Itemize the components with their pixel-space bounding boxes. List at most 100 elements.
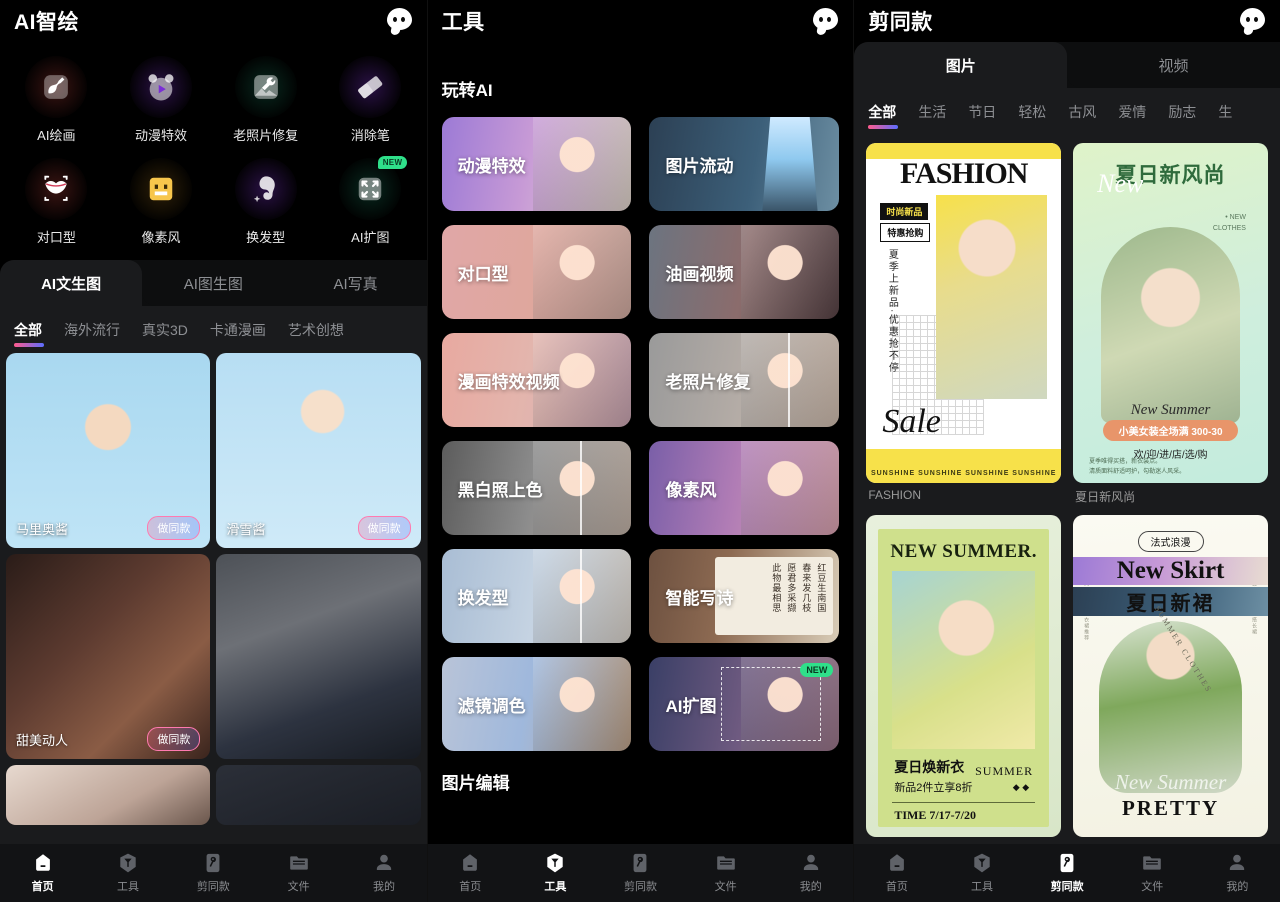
- make-same-button[interactable]: 做同款: [147, 727, 200, 751]
- template-poster-fashion[interactable]: FASHION 时尚新品 特惠抢购 夏季上新品·优惠抢不停 Sale SUNSH…: [866, 143, 1061, 483]
- tools-icon: [544, 852, 566, 874]
- page-title: AI智绘: [14, 6, 79, 36]
- tool-card-label: 像素风: [665, 476, 716, 501]
- template-poster-new-skirt[interactable]: 法式浪漫 时尚新款夏季连衣裙推荐 优雅气质显瘦百搭长裙 New Skirt 夏日…: [1073, 515, 1268, 837]
- nav-item-文件[interactable]: 文件: [683, 852, 768, 894]
- filter-chip-生活[interactable]: 生活: [918, 102, 946, 129]
- tool-icon-像素风[interactable]: 像素风: [109, 152, 214, 250]
- gallery-card[interactable]: [6, 765, 210, 825]
- bottom-nav: 首页 工具 剪同款 文件 我的: [428, 844, 854, 902]
- tool-icon-消除笔[interactable]: 消除笔: [318, 50, 423, 148]
- chat-bubble-icon[interactable]: [1240, 8, 1266, 34]
- filter-chip-row: 全部海外流行真实3D 卡通漫画艺术创想: [0, 306, 427, 353]
- tool-card-像素风[interactable]: 像素风: [649, 441, 839, 535]
- make-same-button[interactable]: 做同款: [358, 516, 411, 540]
- tool-icon-动漫特效[interactable]: 动漫特效: [109, 50, 214, 148]
- nav-item-剪同款[interactable]: 剪同款: [1025, 852, 1110, 894]
- tool-icon-AI绘画[interactable]: AI绘画: [4, 50, 109, 148]
- gallery-card[interactable]: 马里奥酱 做同款: [6, 353, 210, 548]
- gallery-card[interactable]: 滑雪酱 做同款: [216, 353, 420, 548]
- filter-chip-励志[interactable]: 励志: [1168, 102, 1196, 129]
- tool-card-label: 黑白照上色: [458, 476, 543, 501]
- filter-chip-全部[interactable]: 全部: [14, 320, 42, 347]
- gallery-card[interactable]: [216, 765, 420, 825]
- nav-item-工具[interactable]: 工具: [513, 852, 598, 894]
- tab-AI文生图[interactable]: AI文生图: [0, 260, 142, 306]
- poster-footer: PRETTY: [1073, 796, 1268, 821]
- nav-item-工具[interactable]: 工具: [85, 852, 170, 894]
- tab-视频[interactable]: 视频: [1067, 42, 1280, 88]
- tool-card-黑白照上色[interactable]: 黑白照上色: [442, 441, 632, 535]
- chat-bubble-icon[interactable]: [813, 8, 839, 34]
- tool-card-老照片修复[interactable]: 老照片修复: [649, 333, 839, 427]
- tool-card-图片流动[interactable]: 图片流动: [649, 117, 839, 211]
- tool-card-thumbnail: [533, 225, 632, 319]
- expand-image-icon: [351, 170, 389, 208]
- tools-scroll[interactable]: 玩转AI 动漫特效 图片流动 对口型 油画视频: [428, 42, 854, 844]
- tool-icon-换发型[interactable]: 换发型: [213, 152, 318, 250]
- nav-item-剪同款[interactable]: 剪同款: [598, 852, 683, 894]
- template-item: NEW SUMMER. 夏日焕新衣 新品2件立享8折 SUMMER ◆ ◆ TI…: [866, 515, 1061, 837]
- wrench-photo-icon-circle: [235, 56, 297, 118]
- brush-icon-circle: [25, 56, 87, 118]
- tool-icon-label: 动漫特效: [135, 125, 187, 144]
- template-poster-summer-new[interactable]: 夏日新风尚 New • NEWCLOTHES New Summer 小美女装全场…: [1073, 143, 1268, 483]
- tool-card-动漫特效[interactable]: 动漫特效: [442, 117, 632, 211]
- anime-bear-icon: [142, 68, 180, 106]
- tool-card-油画视频[interactable]: 油画视频: [649, 225, 839, 319]
- screens-container: AI智绘 AI绘画 动漫特效 老照片修复: [0, 0, 1280, 902]
- tab-AI图生图[interactable]: AI图生图: [142, 260, 284, 306]
- filter-chip-古风[interactable]: 古风: [1068, 102, 1096, 129]
- tool-card-智能写诗[interactable]: 智能写诗 红豆生南国春来发几枝愿君多采撷此物最相思: [649, 549, 839, 643]
- nav-item-我的[interactable]: 我的: [768, 852, 853, 894]
- filter-chip-海外流行[interactable]: 海外流行: [64, 320, 120, 347]
- template-poster-new-summer[interactable]: NEW SUMMER. 夏日焕新衣 新品2件立享8折 SUMMER ◆ ◆ TI…: [866, 515, 1061, 837]
- nav-label: 首页: [459, 878, 481, 894]
- chat-bubble-icon[interactable]: [387, 8, 413, 34]
- tool-icon-对口型[interactable]: 对口型: [4, 152, 109, 250]
- template-item: 法式浪漫 时尚新款夏季连衣裙推荐 优雅气质显瘦百搭长裙 New Skirt 夏日…: [1073, 515, 1268, 837]
- gallery-card[interactable]: [216, 554, 420, 759]
- filter-chip-艺术创想[interactable]: 艺术创想: [288, 320, 344, 347]
- filter-chip-轻松[interactable]: 轻松: [1018, 102, 1046, 129]
- nav-item-我的[interactable]: 我的: [341, 852, 426, 894]
- nav-item-剪同款[interactable]: 剪同款: [171, 852, 256, 894]
- nav-label: 剪同款: [624, 878, 657, 894]
- filter-chip-row[interactable]: 全部生活节日轻松古风爱情励志生: [854, 88, 1280, 135]
- nav-item-工具[interactable]: 工具: [939, 852, 1024, 894]
- gallery-card[interactable]: 甜美动人 做同款: [6, 554, 210, 759]
- template-name: FASHION: [866, 488, 1061, 502]
- filter-chip-卡通漫画[interactable]: 卡通漫画: [210, 320, 266, 347]
- nav-item-首页[interactable]: 首页: [0, 852, 85, 894]
- filter-chip-真实3D[interactable]: 真实3D: [142, 320, 188, 347]
- tool-icon-AI扩图[interactable]: NEW AI扩图: [318, 152, 423, 250]
- tool-icon-label: 老照片修复: [233, 125, 298, 144]
- nav-item-首页[interactable]: 首页: [428, 852, 513, 894]
- tool-card-对口型[interactable]: 对口型: [442, 225, 632, 319]
- tool-icon-label: 消除笔: [351, 125, 390, 144]
- tab-AI写真[interactable]: AI写真: [284, 260, 426, 306]
- filter-chip-全部[interactable]: 全部: [868, 102, 896, 129]
- tool-card-换发型[interactable]: 换发型: [442, 549, 632, 643]
- poster-photo: [936, 195, 1047, 399]
- template-name: 夏日新风尚: [1073, 488, 1268, 505]
- tool-icon-老照片修复[interactable]: 老照片修复: [213, 50, 318, 148]
- filter-chip-节日[interactable]: 节日: [968, 102, 996, 129]
- nav-item-文件[interactable]: 文件: [256, 852, 341, 894]
- tool-card-滤镜调色[interactable]: 滤镜调色: [442, 657, 632, 751]
- nav-item-我的[interactable]: 我的: [1195, 852, 1280, 894]
- nav-item-首页[interactable]: 首页: [854, 852, 939, 894]
- tool-icon-label: AI扩图: [351, 227, 389, 246]
- make-same-button[interactable]: 做同款: [147, 516, 200, 540]
- hairstyle-icon-circle: [235, 158, 297, 220]
- nav-label: 我的: [1226, 878, 1248, 894]
- home-icon: [459, 852, 481, 874]
- tab-bar: AI文生图AI图生图AI写真: [0, 260, 427, 306]
- filter-chip-爱情[interactable]: 爱情: [1118, 102, 1146, 129]
- tab-图片[interactable]: 图片: [854, 42, 1067, 88]
- nav-item-文件[interactable]: 文件: [1110, 852, 1195, 894]
- filter-chip-生[interactable]: 生: [1218, 102, 1232, 129]
- tool-card-AI扩图[interactable]: AI扩图 NEW: [649, 657, 839, 751]
- tool-card-漫画特效视频[interactable]: 漫画特效视频: [442, 333, 632, 427]
- tool-card-label: 对口型: [458, 260, 509, 285]
